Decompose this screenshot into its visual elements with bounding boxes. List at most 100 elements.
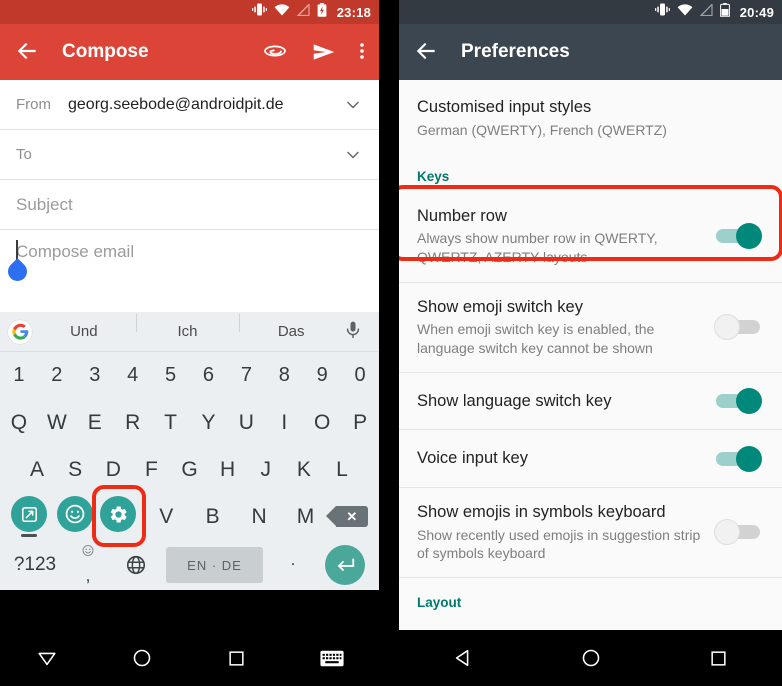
body-placeholder: Compose email — [16, 242, 135, 261]
suggestion-0[interactable]: Und — [32, 323, 136, 340]
key-1[interactable]: 1 — [0, 364, 38, 387]
signal-off-icon — [296, 3, 310, 21]
pref-title: Show language switch key — [417, 391, 612, 410]
backspace-icon[interactable]: ✕ — [325, 506, 375, 527]
globe-language-icon[interactable] — [112, 554, 160, 576]
to-row[interactable]: To — [0, 130, 379, 180]
key-0[interactable]: 0 — [341, 364, 379, 387]
preferences-list: Customised input styles German (QWERTY),… — [399, 80, 782, 686]
key-u[interactable]: U — [227, 411, 265, 435]
send-icon[interactable] — [311, 39, 337, 65]
pref-item-show-emojis-in-symbols-keyboard[interactable]: Show emojis in symbols keyboard Show rec… — [399, 488, 782, 579]
to-label: To — [16, 146, 32, 163]
key-2[interactable]: 2 — [38, 364, 76, 387]
back-triangle-icon[interactable] — [399, 647, 527, 669]
suggestion-1[interactable]: Ich — [135, 314, 240, 340]
attach-icon[interactable] — [263, 39, 289, 65]
subject-placeholder: Subject — [16, 194, 73, 214]
back-arrow-icon[interactable] — [14, 38, 42, 66]
key-w[interactable]: W — [38, 411, 76, 435]
key-b[interactable]: B — [190, 505, 236, 529]
settings-gear-icon[interactable] — [100, 496, 136, 532]
key-s[interactable]: S — [56, 458, 94, 482]
key-r[interactable]: R — [114, 411, 152, 435]
microphone-icon[interactable] — [343, 319, 369, 345]
key-v[interactable]: V — [143, 505, 189, 529]
key-n[interactable]: N — [236, 505, 282, 529]
key-symbols[interactable]: ?123 — [6, 554, 64, 576]
compose-app-bar: Compose — [0, 24, 379, 80]
key-l[interactable]: L — [323, 458, 361, 482]
key-enter[interactable] — [317, 545, 373, 585]
back-triangle-icon[interactable] — [0, 647, 95, 669]
theme-switch-icon[interactable] — [11, 496, 47, 532]
recents-square-icon[interactable] — [190, 649, 285, 668]
pref-item-show-language-switch-key[interactable]: Show language switch key — [399, 372, 782, 431]
toggle-show-emoji-switch-key[interactable] — [714, 313, 760, 340]
pref-item-voice-input-key[interactable]: Voice input key — [399, 430, 782, 489]
vibrate-icon — [654, 3, 670, 21]
toggle-show-language-switch-key[interactable] — [716, 388, 762, 415]
key-i[interactable]: I — [265, 411, 303, 435]
home-circle-icon[interactable] — [527, 647, 655, 669]
pref-item-show-emoji-switch-key[interactable]: Show emoji switch key When emoji switch … — [399, 282, 782, 373]
key-9[interactable]: 9 — [303, 364, 341, 387]
key-q[interactable]: Q — [0, 411, 38, 435]
toggle-number-row[interactable] — [716, 222, 762, 249]
key-p[interactable]: P — [341, 411, 379, 435]
left-status-bar: 23:18 — [0, 0, 379, 24]
wifi-icon — [274, 3, 290, 21]
caret-handle[interactable] — [4, 258, 31, 285]
key-6[interactable]: 6 — [190, 364, 228, 387]
key-8[interactable]: 8 — [265, 364, 303, 387]
pref-texts: Number row Always show number row in QWE… — [417, 206, 716, 266]
key-k[interactable]: K — [285, 458, 323, 482]
key-g[interactable]: G — [170, 458, 208, 482]
key-3[interactable]: 3 — [76, 364, 114, 387]
overflow-menu-icon[interactable] — [359, 39, 365, 65]
pref-title: Show emoji switch key — [417, 297, 583, 316]
vibrate-icon — [251, 3, 267, 21]
key-d[interactable]: D — [94, 458, 132, 482]
pref-title: Number row — [417, 206, 507, 225]
from-row[interactable]: From georg.seebode@androidpit.de — [0, 80, 379, 130]
key-m[interactable]: M — [282, 505, 328, 529]
key-comma[interactable]: , — [64, 540, 112, 590]
right-status-time: 20:49 — [739, 4, 774, 20]
right-phone-panel: 20:49 Preferences Customised input style… — [399, 0, 782, 686]
key-f[interactable]: F — [132, 458, 170, 482]
key-5[interactable]: 5 — [152, 364, 190, 387]
key-j[interactable]: J — [247, 458, 285, 482]
keyboard-number-row: 1 2 3 4 5 6 7 8 9 0 — [0, 352, 379, 399]
key-period[interactable]: . — [269, 550, 317, 580]
keyboard-bottom-row: ?123 , EN · DE . — [0, 540, 379, 590]
toggle-voice-input-key[interactable] — [716, 445, 762, 472]
google-logo-icon[interactable] — [8, 319, 32, 344]
recents-square-icon[interactable] — [654, 649, 782, 668]
page-title: Preferences — [461, 41, 570, 62]
key-4[interactable]: 4 — [114, 364, 152, 387]
subject-row[interactable]: Subject — [0, 180, 379, 230]
key-e[interactable]: E — [76, 411, 114, 435]
body-row[interactable]: Compose email — [0, 230, 379, 312]
key-space[interactable]: EN · DE — [166, 547, 263, 583]
home-circle-icon[interactable] — [95, 647, 190, 669]
key-y[interactable]: Y — [190, 411, 228, 435]
left-nav-bar — [0, 630, 379, 686]
keyboard-icon[interactable] — [284, 650, 379, 667]
key-a[interactable]: A — [18, 458, 56, 482]
key-t[interactable]: T — [152, 411, 190, 435]
chevron-down-icon[interactable] — [343, 145, 363, 165]
pref-item-customised-input-styles[interactable]: Customised input styles German (QWERTY),… — [399, 80, 782, 153]
chevron-down-icon[interactable] — [343, 95, 363, 115]
back-arrow-icon[interactable] — [413, 38, 441, 66]
key-o[interactable]: O — [303, 411, 341, 435]
pref-item-number-row[interactable]: Number row Always show number row in QWE… — [399, 189, 782, 283]
pref-texts: Show language switch key — [417, 391, 716, 412]
toggle-show-emojis-in-symbols-keyboard[interactable] — [714, 519, 760, 546]
from-value: georg.seebode@androidpit.de — [68, 95, 284, 113]
emoji-smiley-icon[interactable] — [57, 496, 93, 532]
key-7[interactable]: 7 — [227, 364, 265, 387]
key-h[interactable]: H — [209, 458, 247, 482]
suggestion-2[interactable]: Das — [239, 314, 343, 340]
